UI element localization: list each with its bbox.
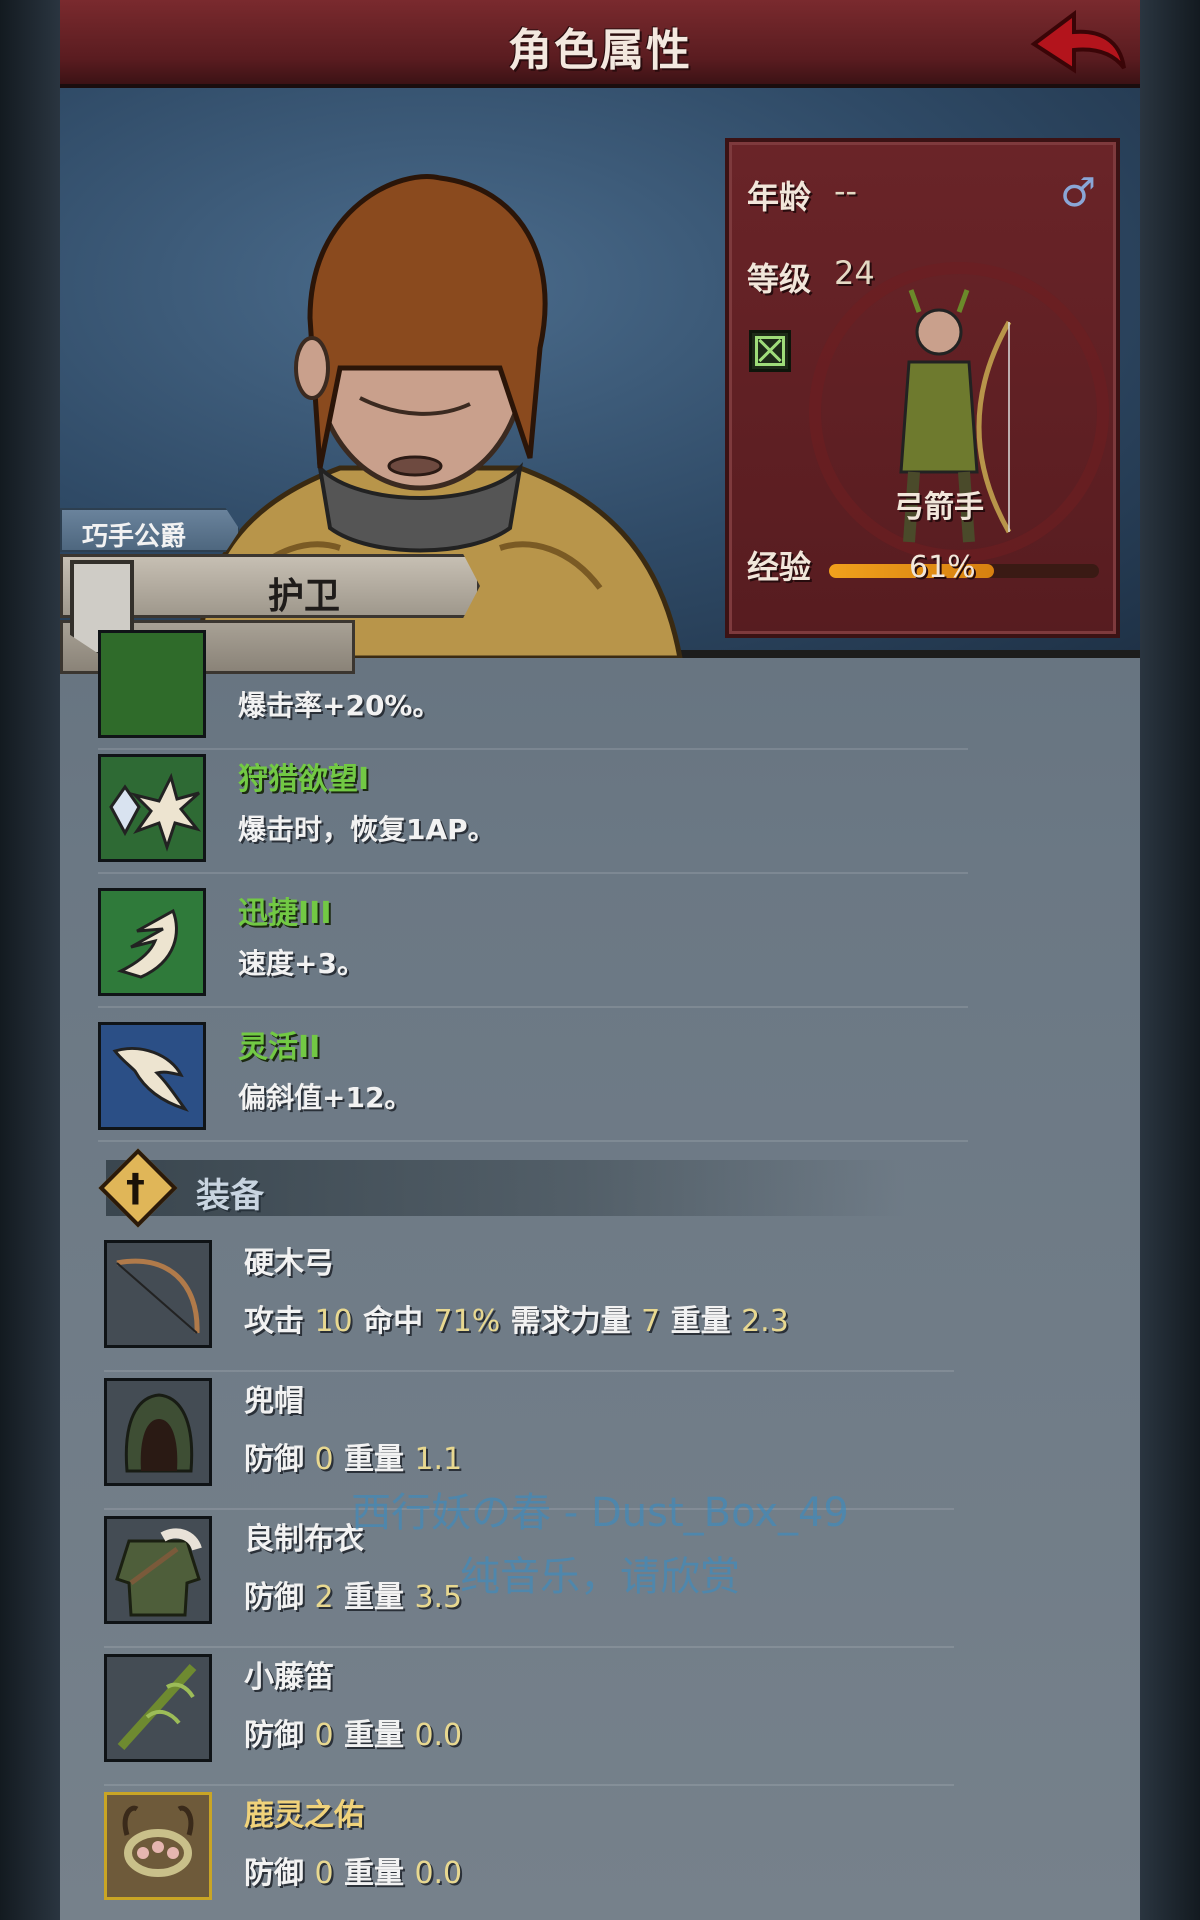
exp-percent: 61% <box>909 550 976 585</box>
male-gender-icon: ♂ <box>1060 170 1096 216</box>
stat-label: 防御 <box>244 1856 315 1891</box>
bow-icon <box>104 1240 212 1348</box>
header-bar: 角色属性 <box>60 0 1140 88</box>
vine-flute-icon <box>104 1654 212 1762</box>
equipment-section-header: † 装备 <box>98 1148 906 1228</box>
level-label: 等级 <box>747 260 812 298</box>
stat-label: 重量 <box>333 1856 415 1891</box>
role-name: 护卫 <box>268 576 341 617</box>
stat-value: 1.1 <box>414 1442 463 1477</box>
equipment-stats: 防御 0 重量 0.0 <box>244 1710 462 1754</box>
perk-desc: 速度+3。 <box>238 947 365 980</box>
stat-value: 0.0 <box>414 1856 463 1891</box>
perk-name: 狩猎欲望I <box>238 762 370 797</box>
stat-label: 防御 <box>244 1442 315 1477</box>
equipment-stats: 攻击 10 命中 71% 需求力量 7 重量 2.3 <box>244 1296 789 1340</box>
back-button[interactable] <box>1028 6 1128 82</box>
perk-row[interactable]: 迅捷III 速度+3。 <box>98 876 968 1008</box>
stat-label: 需求力量 <box>500 1304 642 1339</box>
left-border <box>0 0 60 1920</box>
character-screen: 角色属性 年龄 -- ♂ 等级 24 弓箭手 经验 61% 巧手公爵 护卫 爆击… <box>60 0 1140 1920</box>
stat-value: 0.0 <box>414 1718 463 1753</box>
class-badge-icon[interactable] <box>749 330 791 372</box>
stat-label: 重量 <box>333 1718 415 1753</box>
crystal-burst-icon <box>98 754 206 862</box>
portrait-area: 年龄 -- ♂ 等级 24 弓箭手 经验 61% 巧手公爵 护卫 <box>60 88 1140 674</box>
green-leaf-icon <box>98 630 206 738</box>
attribute-list[interactable]: 爆击率+20%。 狩猎欲望I 爆击时，恢复1AP。 迅捷III 速度+3。 灵活… <box>60 630 1140 1920</box>
stat-label: 攻击 <box>244 1304 315 1339</box>
stat-label: 重量 <box>660 1304 742 1339</box>
stat-label: 命中 <box>352 1304 434 1339</box>
nobility-title: 巧手公爵 <box>82 522 187 552</box>
exp-label: 经验 <box>747 548 812 586</box>
perk-desc: 爆击时，恢复1AP。 <box>238 813 496 846</box>
equipment-stats: 防御 0 重量 1.1 <box>244 1434 462 1478</box>
stat-value: 7 <box>641 1304 661 1339</box>
stat-value: 0 <box>314 1442 334 1477</box>
equipment-row[interactable]: 硬木弓 攻击 10 命中 71% 需求力量 7 重量 2.3 <box>104 1234 954 1372</box>
page-title: 角色属性 <box>508 25 692 76</box>
perk-row[interactable]: 灵活II 偏斜值+12。 <box>98 1010 968 1142</box>
stat-value: 0 <box>314 1718 334 1753</box>
equipment-stats: 防御 0 重量 0.0 <box>244 1848 462 1892</box>
equipment-row[interactable]: 小藤笛 防御 0 重量 0.0 <box>104 1648 954 1786</box>
perk-name: 迅捷III <box>238 896 332 931</box>
equipment-name: 小藤笛 <box>244 1660 334 1695</box>
stat-value: 0 <box>314 1856 334 1891</box>
age-value: -- <box>834 172 858 210</box>
stat-value: 2.3 <box>741 1304 789 1339</box>
class-name: 弓箭手 <box>894 490 984 525</box>
dagger-icon: † <box>126 1166 145 1210</box>
equipment-section-title: 装备 <box>196 1176 264 1216</box>
stat-label: 防御 <box>244 1718 315 1753</box>
wing-speed-icon <box>98 888 206 996</box>
antler-wreath-icon <box>104 1792 212 1900</box>
equipment-name: 鹿灵之佑 <box>244 1798 364 1833</box>
perk-row[interactable]: 爆击率+20%。 <box>98 618 968 750</box>
back-arrow-icon <box>1030 10 1126 74</box>
equipment-name: 硬木弓 <box>244 1246 334 1281</box>
perk-name: 灵活II <box>238 1030 321 1065</box>
hood-icon <box>104 1378 212 1486</box>
nobility-title-tag: 巧手公爵 <box>60 508 240 552</box>
equipment-name: 兜帽 <box>244 1384 304 1419</box>
feather-icon <box>98 1022 206 1130</box>
stat-label: 重量 <box>333 1442 415 1477</box>
age-label: 年龄 <box>747 178 812 216</box>
perk-desc: 偏斜值+12。 <box>238 1081 413 1114</box>
stat-value: 71% <box>433 1304 501 1339</box>
music-overlay-title: 西行妖の春 - Dust_Box_49 <box>351 1490 849 1536</box>
perk-desc: 爆击率+20%。 <box>238 689 441 722</box>
stat-value: 10 <box>314 1304 353 1339</box>
perk-row[interactable]: 狩猎欲望I 爆击时，恢复1AP。 <box>98 742 968 874</box>
right-border <box>1140 0 1200 1920</box>
equipment-row[interactable]: 鹿灵之佑 防御 0 重量 0.0 <box>104 1786 954 1920</box>
stats-panel: 年龄 -- ♂ 等级 24 弓箭手 经验 61% <box>725 138 1120 638</box>
music-overlay-subtitle: 纯音乐，请欣赏 <box>460 1554 740 1600</box>
